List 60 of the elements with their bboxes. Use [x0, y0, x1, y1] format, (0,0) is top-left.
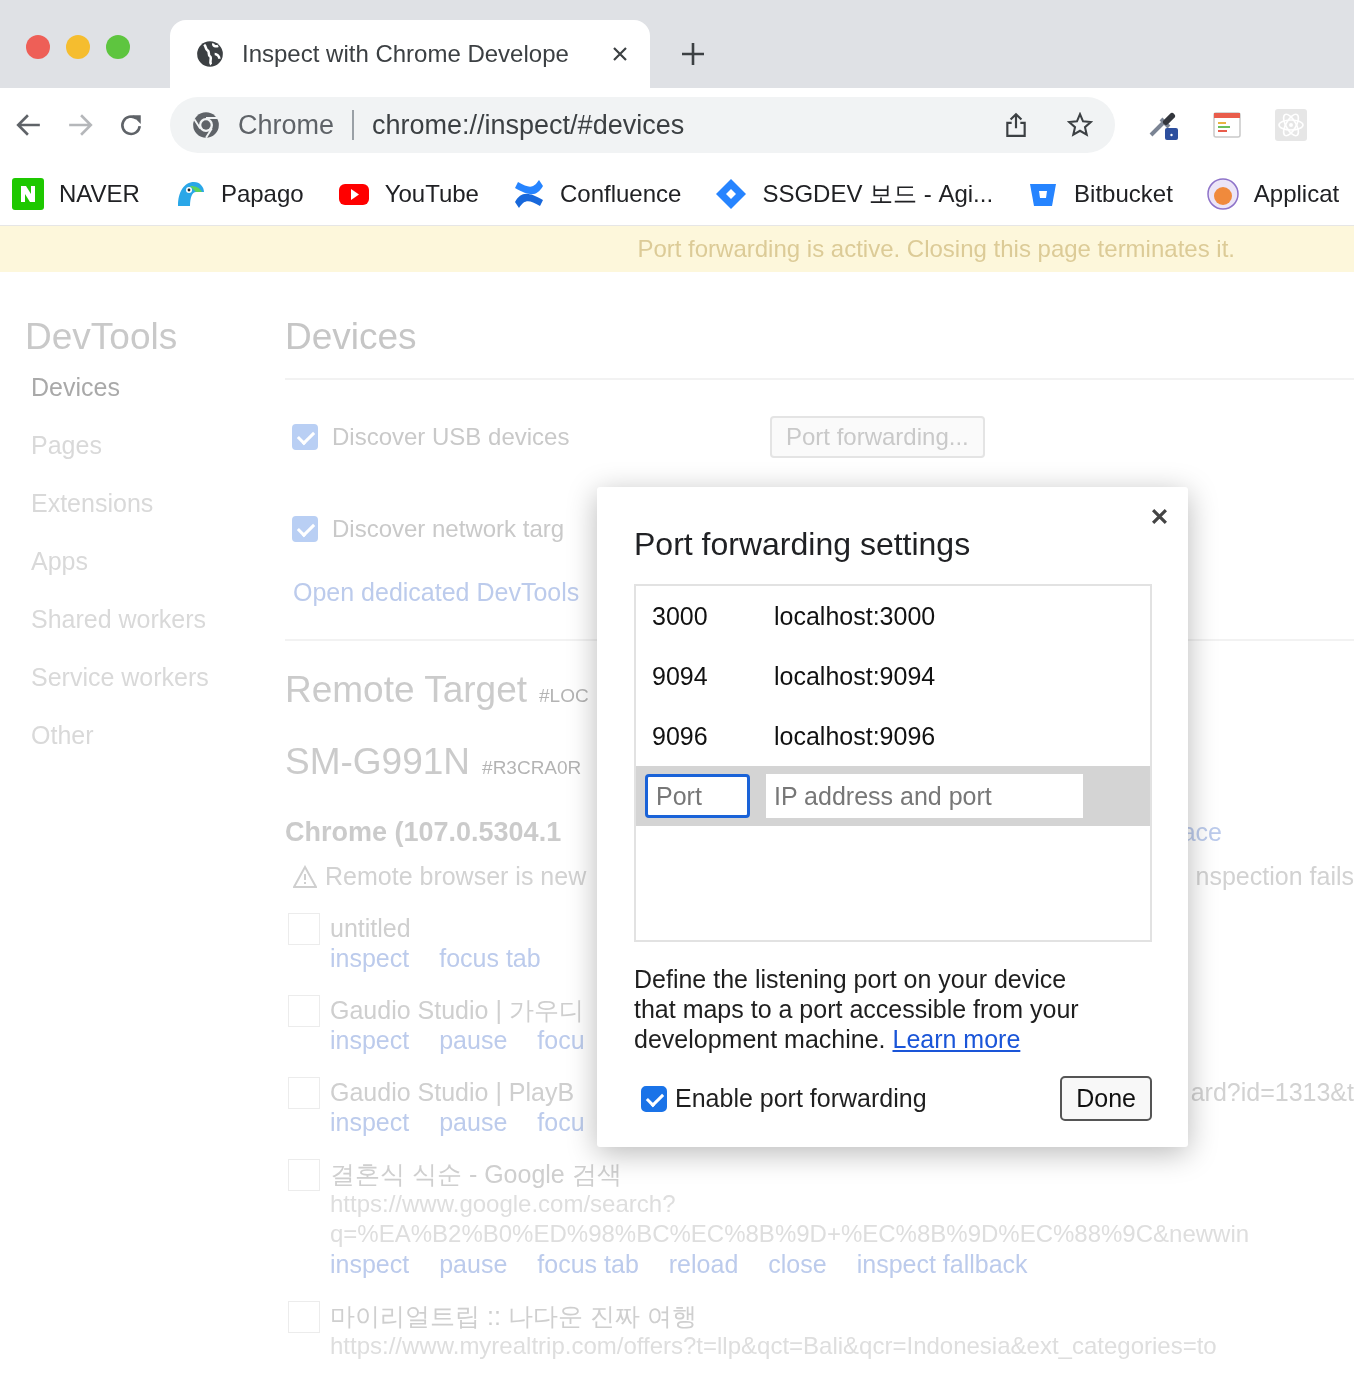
device-port: 9096 — [651, 721, 709, 751]
action-link[interactable]: pause — [439, 1107, 508, 1137]
page-heading: Devices — [285, 316, 1354, 380]
back-icon[interactable] — [16, 112, 42, 138]
checkbox[interactable] — [641, 1085, 667, 1112]
notepad-icon[interactable] — [1211, 109, 1243, 141]
address-bar[interactable]: Chrome chrome://inspect/#devices — [170, 97, 1115, 153]
action-link[interactable]: focus tab — [439, 943, 541, 973]
chrome-logo-icon — [192, 111, 220, 139]
bookmark-item[interactable]: YouTube — [337, 177, 479, 210]
learn-more-link[interactable]: Learn more — [892, 1025, 1021, 1053]
device-port: 3000 — [651, 601, 709, 631]
naver-icon — [12, 177, 44, 210]
share-icon[interactable] — [1003, 112, 1029, 138]
target-id: #LOC — [539, 685, 589, 707]
close-icon[interactable] — [1151, 508, 1168, 525]
device-port: 9094 — [651, 661, 709, 691]
globe-icon — [196, 40, 224, 68]
action-link[interactable]: pause — [439, 1025, 508, 1055]
star-icon[interactable] — [1067, 112, 1093, 138]
address-field[interactable]: IP address and port — [766, 774, 1083, 818]
bookmark-item[interactable]: Papago — [173, 177, 304, 210]
action-link[interactable]: focu — [537, 1025, 585, 1055]
description-text: Define the listening port on your device that maps to a port accessible from your development machine. Learn more — [634, 964, 1080, 1054]
local-address: localhost:3000 — [774, 601, 936, 631]
done-button[interactable]: Done — [1060, 1076, 1152, 1121]
warning-icon — [293, 864, 317, 889]
browser-tab[interactable]: Inspect with Chrome Develope — [170, 20, 650, 88]
diamond-icon — [715, 177, 748, 210]
close-icon[interactable] — [612, 46, 628, 62]
action-link[interactable]: inspect — [330, 1025, 410, 1055]
action-link[interactable]: inspect — [330, 943, 410, 973]
checkbox-label: Enable port forwarding — [675, 1084, 927, 1113]
avatar-icon — [1206, 177, 1239, 210]
local-address: localhost:9096 — [774, 721, 936, 751]
sidebar-item[interactable]: Devices — [25, 358, 285, 416]
action-link[interactable]: close — [768, 1249, 827, 1279]
reload-icon[interactable] — [118, 112, 144, 138]
devtools-link[interactable]: Open dedicated DevTools — [293, 578, 580, 606]
bookmark-item[interactable]: Applicat — [1206, 177, 1340, 210]
local-address: localhost:9094 — [774, 661, 936, 691]
site-label: Chrome — [238, 109, 335, 141]
url-text: chrome://inspect/#devices — [372, 109, 686, 141]
action-link[interactable]: pause — [439, 1249, 508, 1279]
bookmark-item[interactable]: SSGDEV 보드 - Agi... — [715, 177, 994, 210]
action-link[interactable]: inspect — [330, 1107, 410, 1137]
close-window-button[interactable] — [26, 35, 50, 59]
action-link[interactable]: focus tab — [537, 1249, 639, 1279]
action-link[interactable]: inspect — [330, 1249, 410, 1279]
new-tab-icon[interactable] — [681, 42, 705, 66]
dialog-title: Port forwarding settings — [634, 525, 972, 563]
port-field[interactable]: Port — [645, 774, 750, 818]
bookmark-item[interactable]: Bitbucket — [1027, 177, 1173, 210]
info-message: Port forwarding is active. Closing this page terminates it. — [637, 235, 1235, 263]
action-link[interactable]: inspect fallback — [856, 1249, 1028, 1279]
bookmark-item[interactable]: Confluence — [512, 177, 682, 210]
bookmark-item[interactable]: NAVER — [12, 177, 140, 210]
action-link[interactable]: focu — [537, 1107, 585, 1137]
device-serial: #R3CRA0R — [482, 757, 582, 779]
action-link[interactable]: reload — [668, 1249, 739, 1279]
